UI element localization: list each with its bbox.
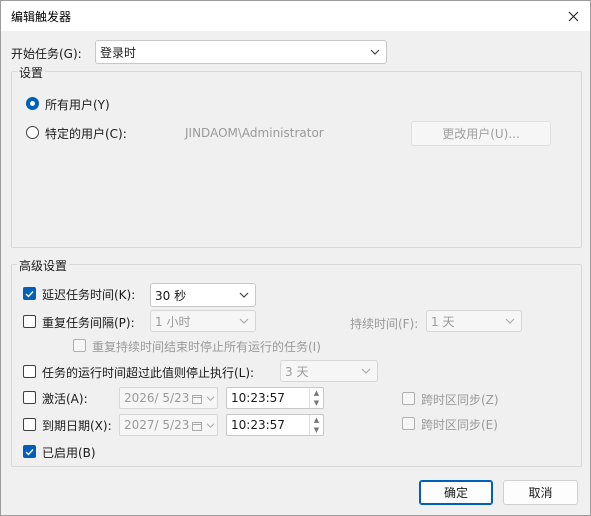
stop-all-checkbox[interactable] (73, 339, 86, 352)
close-button[interactable] (557, 1, 590, 31)
repeat-checkbox[interactable] (23, 315, 36, 328)
expire-sync-checkbox[interactable] (402, 417, 415, 430)
time-spinner[interactable]: ▲ ▼ (309, 388, 323, 408)
advanced-legend: 高级设置 (17, 257, 70, 274)
expire-time-value: 10:23:57 (231, 418, 285, 432)
duration-value: 1 天 (431, 314, 455, 329)
ok-button[interactable]: 确定 (419, 480, 493, 505)
stop-long-checkbox[interactable] (23, 365, 36, 378)
stop-long-value: 3 天 (285, 364, 309, 379)
start-task-label: 开始任务(G): (11, 47, 82, 61)
ok-label: 确定 (443, 486, 468, 500)
chevron-down-icon (206, 423, 215, 428)
stop-long-select[interactable]: 3 天 (280, 360, 378, 382)
chevron-down-icon (505, 318, 515, 324)
chevron-down-icon (239, 318, 249, 324)
chevron-down-icon (370, 49, 380, 55)
user-name: JINDAOM\Administrator (185, 126, 324, 140)
activate-sync-label: 跨时区同步(Z) (421, 393, 499, 407)
duration-label: 持续时间(F): (350, 317, 419, 331)
expire-date-picker[interactable]: 2027/ 5/23 (119, 414, 218, 436)
delay-value: 30 秒 (155, 288, 187, 303)
activate-checkbox[interactable] (23, 391, 36, 404)
all-users-radio[interactable] (26, 97, 39, 110)
cancel-label: 取消 (528, 486, 553, 500)
enabled-checkbox[interactable] (23, 445, 36, 458)
start-task-value: 登录时 (100, 45, 137, 60)
check-icon (25, 448, 34, 456)
change-user-label: 更改用户(U)... (442, 127, 520, 141)
activate-date-picker[interactable]: 2026/ 5/23 (119, 387, 218, 409)
close-icon (568, 11, 579, 21)
expire-sync-label: 跨时区同步(E) (421, 418, 498, 432)
chevron-down-icon (239, 292, 249, 298)
stop-long-label: 任务的运行时间超过此值则停止执行(L): (42, 366, 255, 380)
activate-date-value: 2026/ 5/23 (124, 391, 190, 405)
delay-select[interactable]: 30 秒 (150, 283, 256, 307)
specific-user-radio[interactable] (26, 126, 39, 139)
enabled-label: 已启用(B) (42, 446, 96, 460)
expire-date-value: 2027/ 5/23 (124, 418, 190, 432)
activate-time-input[interactable]: 10:23:57 ▲ ▼ (226, 387, 324, 409)
repeat-value: 1 小时 (155, 314, 191, 329)
spin-down-icon: ▼ (313, 426, 320, 434)
cancel-button[interactable]: 取消 (503, 480, 578, 505)
title-bar: 编辑触发器 (1, 1, 590, 31)
spin-down-icon: ▼ (313, 399, 320, 407)
time-spinner[interactable]: ▲ ▼ (309, 415, 323, 435)
spin-up-icon: ▲ (313, 389, 320, 397)
change-user-button[interactable]: 更改用户(U)... (411, 121, 551, 146)
check-icon (25, 290, 34, 298)
chevron-down-icon (361, 368, 371, 374)
delay-label: 延迟任务时间(K): (42, 288, 136, 302)
calendar-icon (192, 395, 202, 404)
settings-legend: 设置 (17, 64, 46, 81)
specific-user-label: 特定的用户(C): (45, 127, 127, 141)
duration-select[interactable]: 1 天 (426, 310, 522, 332)
spin-up-icon: ▲ (313, 416, 320, 424)
edit-trigger-dialog: 编辑触发器 开始任务(G): 登录时 设置 所有用户(Y) 特定的用户(C): … (0, 0, 591, 516)
chevron-down-icon (206, 396, 215, 401)
start-task-select[interactable]: 登录时 (95, 40, 387, 64)
activate-sync-checkbox[interactable] (402, 392, 415, 405)
activate-time-value: 10:23:57 (231, 391, 285, 405)
expire-time-input[interactable]: 10:23:57 ▲ ▼ (226, 414, 324, 436)
expire-label: 到期日期(X): (42, 419, 112, 433)
calendar-icon (192, 422, 202, 431)
activate-label: 激活(A): (42, 392, 88, 406)
dialog-title: 编辑触发器 (11, 10, 72, 24)
repeat-label: 重复任务间隔(P): (42, 316, 135, 330)
delay-checkbox[interactable] (23, 287, 36, 300)
expire-checkbox[interactable] (23, 418, 36, 431)
all-users-label: 所有用户(Y) (45, 98, 110, 112)
stop-all-label: 重复持续时间结束时停止所有运行的任务(I) (92, 340, 321, 354)
repeat-select[interactable]: 1 小时 (150, 310, 256, 332)
